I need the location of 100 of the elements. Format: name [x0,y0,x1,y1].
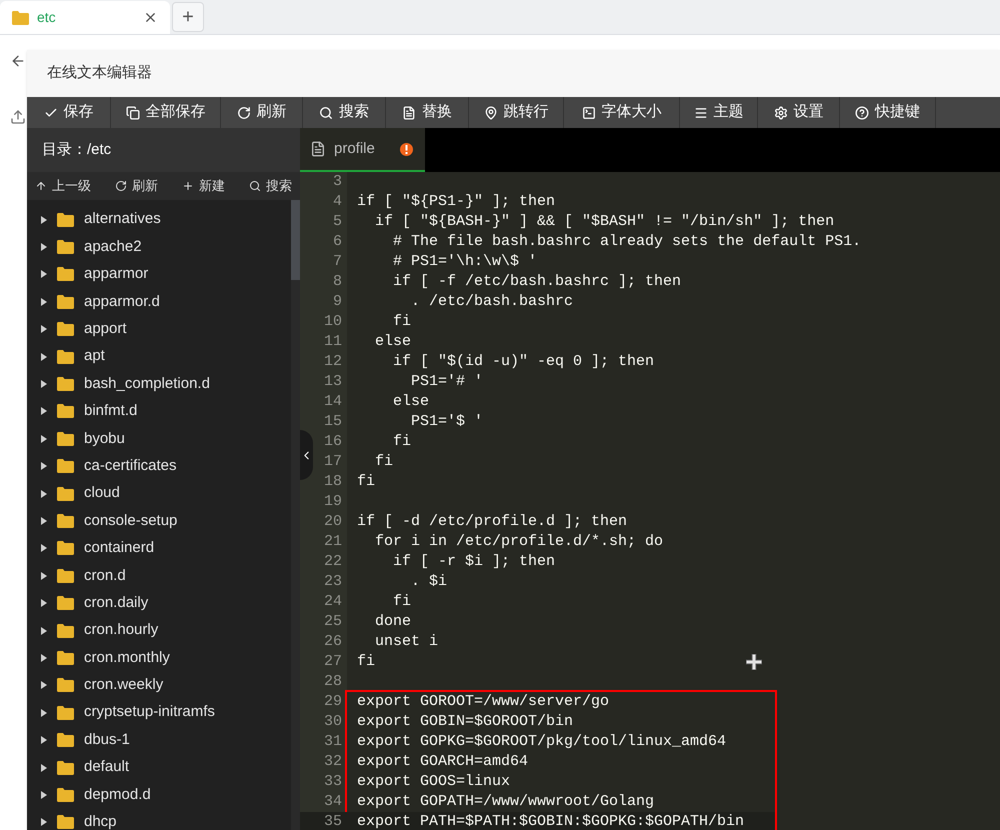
code-line: export GOPKG=$GOROOT/pkg/tool/linux_amd64 [357,732,726,752]
folder-row[interactable]: cron.monthly [27,644,291,672]
scrollbar[interactable] [291,200,300,830]
caret-right-icon[interactable] [41,352,47,361]
folder-row[interactable]: apparmor [27,260,291,288]
plus-icon [182,180,194,192]
caret-right-icon[interactable] [41,380,47,388]
folder-row[interactable]: dbus-1 [27,726,291,754]
folder-icon [57,486,74,501]
editor-tab[interactable]: profile [300,128,425,172]
caret-right-icon[interactable] [41,626,47,635]
code-line: # PS1='\h:\w\$ ' [392,252,538,272]
code-line: fi [357,652,376,672]
line-number: 3 [332,172,342,192]
folder-row[interactable]: apport [27,316,291,343]
folder-name: apparmor.d [84,292,160,312]
caret-right-icon[interactable] [41,764,47,772]
tab-title: profile [334,138,376,159]
folder-icon [57,706,74,720]
scrollbar-thumb[interactable] [291,200,300,280]
folder-row[interactable]: cron.daily [27,589,291,617]
caret-right-icon[interactable] [41,270,47,278]
line-number: 11 [322,332,342,352]
line-number: 19 [322,492,342,512]
folder-row[interactable]: ca-certificates [27,452,291,480]
refresh-icon [236,106,250,120]
folder-row[interactable]: console-setup [27,507,291,535]
collapse-handle[interactable] [300,430,313,480]
sidebar-action[interactable]: 上一级 [35,176,91,196]
close-icon[interactable] [143,10,158,25]
code-line: export GOPATH=/www/wwwroot/Golang [357,792,654,812]
caret-right-icon[interactable] [41,434,47,443]
folder-row[interactable]: default [27,754,291,782]
caret-right-icon[interactable] [41,298,47,306]
folder-icon [57,788,74,802]
folder-row[interactable]: binfmt.d [27,398,291,426]
caret-right-icon[interactable] [41,654,47,662]
code-line: PS1='$ ' [410,412,484,432]
caret-right-icon[interactable] [41,818,47,826]
folder-icon [57,733,74,748]
code-line: done [374,612,412,632]
code-line: export GOOS=linux [357,772,510,792]
folder-icon [57,624,74,638]
caret-right-icon[interactable] [41,708,47,717]
line-number: 18 [322,472,342,492]
line-number: 14 [322,392,342,412]
refresh-icon [115,180,127,192]
folder-icon [57,267,74,282]
line-number: 12 [322,352,342,372]
sidebar-action[interactable]: 搜索 [249,176,292,196]
caret-right-icon[interactable] [41,216,47,224]
folder-row[interactable]: cron.hourly [27,616,291,644]
folder-row[interactable]: depmod.d [27,781,291,809]
caret-right-icon[interactable] [41,516,47,525]
terminal-icon [582,106,596,120]
folder-name: cron.hourly [84,620,158,640]
folder-name: console-setup [84,510,178,531]
code-line: if [ -r $i ]; then [392,552,556,572]
caret-right-icon[interactable] [41,790,47,799]
folder-row[interactable]: dhcp [27,808,291,830]
folder-icon [12,10,29,24]
folder-row[interactable]: apt [27,342,291,370]
sidebar-action[interactable]: 刷新 [115,176,158,196]
settings-icon [774,106,788,120]
code-line: if [ "${PS1-}" ]; then [357,192,556,212]
folder-row[interactable]: alternatives [27,206,291,234]
folder-row[interactable]: bash_completion.d [27,370,291,398]
caret-right-icon[interactable] [41,462,47,470]
caret-right-icon[interactable] [41,599,47,608]
caret-right-icon[interactable] [41,407,47,416]
caret-right-icon[interactable] [41,572,47,580]
caret-right-icon[interactable] [41,544,47,552]
folder-row[interactable]: cron.d [27,562,291,590]
folder-icon [57,596,74,610]
code-line: unset i [374,632,438,652]
folder-row[interactable]: cron.weekly [27,672,291,700]
line-number: 16 [322,432,342,452]
caret-right-icon[interactable] [41,490,47,498]
folder-row[interactable]: cryptsetup-initramfs [27,699,291,726]
folder-row[interactable]: byobu [27,425,291,453]
folder-row[interactable]: apache2 [27,233,291,261]
caret-right-icon[interactable] [41,325,47,334]
line-number: 9 [332,292,342,312]
caret-right-icon[interactable] [41,736,47,744]
code-line: export GOBIN=$GOROOT/bin [357,712,574,732]
caret-right-icon[interactable] [41,681,47,690]
sidebar-action[interactable]: 新建 [182,176,225,196]
upload-icon[interactable] [10,109,26,125]
folder-name: cron.weekly [84,675,164,696]
caret-right-icon[interactable] [41,243,47,252]
line-number: 20 [322,512,342,532]
folder-row[interactable]: containerd [27,534,291,562]
folder-icon [57,350,74,364]
folder-row[interactable]: cloud [27,480,291,508]
dialog-title: 在线文本编辑器 [47,63,152,84]
folder-row[interactable]: apparmor.d [27,288,291,316]
folder-icon [57,432,74,446]
new-tab-button[interactable]: + [172,2,204,32]
tab-title: etc [37,8,57,27]
line-number: 10 [322,312,342,332]
